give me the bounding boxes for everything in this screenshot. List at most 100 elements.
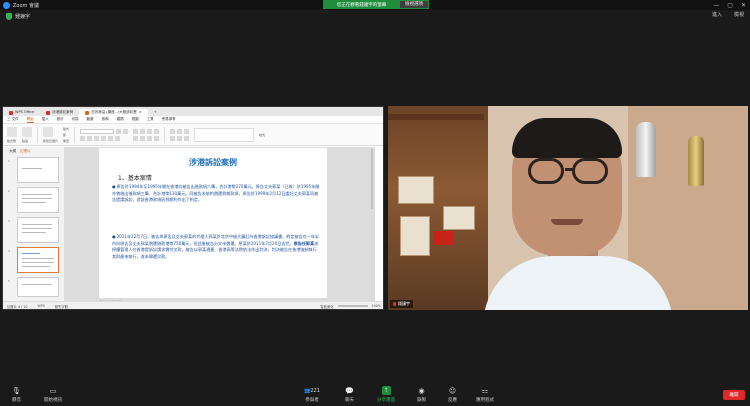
menu-design[interactable]: 設計	[57, 117, 64, 122]
menu-tools[interactable]: 工具	[147, 117, 154, 122]
maximize-icon[interactable]: ▢	[727, 2, 733, 9]
reactions-label: 反應	[448, 398, 457, 403]
new-slide-label: 新建幻燈片	[43, 138, 59, 143]
align-center-icon[interactable]	[140, 135, 146, 141]
font-name-field[interactable]	[80, 128, 115, 134]
effects-icon[interactable]	[184, 135, 190, 141]
justify-icon[interactable]	[154, 135, 160, 141]
participants-count: 221	[310, 387, 320, 394]
slide-thumbnail[interactable]	[17, 277, 59, 297]
outline-icon[interactable]	[177, 135, 183, 141]
missing-font-label[interactable]: 缺失字體	[55, 304, 68, 309]
slide-number: 2	[8, 189, 10, 193]
meeting-info-bar: 鍾鐘宇	[0, 11, 750, 21]
font-color-icon[interactable]	[108, 135, 114, 141]
wps-tab-doc1[interactable]: 涉港訴訟案例	[40, 109, 79, 116]
slide-thumbnail[interactable]	[17, 217, 59, 243]
slide-thumbnail-selected[interactable]	[17, 247, 59, 273]
minimize-icon[interactable]: —	[713, 2, 719, 9]
enter-button[interactable]: 進入	[712, 11, 722, 18]
wps-tab-doc2[interactable]: 石灣港溢 (講座...)大陸訴訟實 ×	[79, 109, 148, 116]
section-button[interactable]: 節	[63, 133, 69, 137]
certificate-image	[400, 216, 430, 256]
text-box-icon[interactable]	[170, 128, 176, 134]
person-image	[528, 158, 564, 184]
menu-insert[interactable]: 插入	[42, 117, 49, 122]
menu-slideshow[interactable]: 放映	[102, 117, 109, 122]
person-image	[565, 168, 573, 171]
outdent-icon[interactable]	[154, 128, 160, 134]
new-slide-group: 新建幻燈片	[43, 126, 59, 143]
italic-icon[interactable]	[87, 135, 93, 141]
host-label: 鍾鐘宇	[15, 13, 31, 20]
participants-button[interactable]: 👥 221 參與者	[301, 386, 323, 404]
shape-icon[interactable]	[177, 128, 183, 134]
grow-font-icon[interactable]	[123, 128, 129, 134]
mute-button[interactable]: 🎙 靜音	[12, 386, 21, 404]
flag-image	[433, 231, 453, 245]
person-image	[551, 219, 583, 225]
underline-icon[interactable]	[94, 135, 100, 141]
menu-view[interactable]: 視圖	[132, 117, 139, 122]
participant-video[interactable]: 錢鐘宇	[388, 106, 748, 310]
arrange-icon[interactable]	[184, 128, 190, 134]
close-icon[interactable]: ✕	[741, 2, 746, 9]
zoom-slider[interactable]	[337, 305, 368, 307]
apps-button[interactable]: ⚏ 應用程式	[476, 386, 494, 404]
strike-icon[interactable]	[101, 135, 107, 141]
new-tab-button[interactable]: +	[148, 109, 163, 116]
view-options-button[interactable]: 檢視選項	[400, 1, 428, 8]
menu-transition[interactable]: 切換	[72, 117, 79, 122]
menu-animation[interactable]: 動畫	[87, 117, 94, 122]
slides-pane-tabs: 大綱 幻燈片	[3, 147, 64, 156]
slides-tab[interactable]: 幻燈片	[20, 149, 31, 154]
highlight-icon[interactable]	[115, 135, 121, 141]
smart-beautify-button[interactable]: 智能美化	[320, 304, 333, 309]
bullets-icon[interactable]	[133, 128, 139, 134]
record-button[interactable]: ◉ 錄製	[417, 386, 426, 404]
fill-icon[interactable]	[170, 135, 176, 141]
indent-icon[interactable]	[147, 128, 153, 134]
security-shield-icon[interactable]	[6, 12, 12, 20]
reactions-button[interactable]: ☺ 反應	[448, 386, 457, 404]
font-size-field[interactable]	[116, 128, 122, 134]
chat-button[interactable]: 💬 聊天	[345, 386, 354, 404]
align-left-icon[interactable]	[133, 135, 139, 141]
view-button[interactable]: 檢視	[734, 11, 744, 18]
start-video-button[interactable]: ▭ 開始視訊	[44, 386, 62, 404]
share-banner: 您正在觀看錢鐘宇的螢幕 檢視選項	[323, 0, 429, 9]
start-video-label: 開始視訊	[44, 398, 62, 403]
leave-button[interactable]: 離開	[723, 390, 745, 400]
paragraph-group	[133, 128, 160, 141]
slide-thumbnail[interactable]	[17, 157, 59, 183]
layout-button[interactable]: 版式	[63, 127, 69, 131]
format-painter-icon[interactable]	[7, 126, 17, 137]
certificate-image	[398, 176, 434, 204]
paragraph-text: 原告於1994年至1995年間在香港向被告出借款項六筆，合計港幣270萬元。原告…	[112, 184, 320, 203]
new-slide-icon[interactable]	[43, 126, 53, 137]
muted-mic-icon	[393, 302, 396, 306]
ribbon-separator	[37, 126, 38, 143]
slide-thumbnail[interactable]	[17, 187, 59, 213]
menu-member[interactable]: 會員專享	[162, 117, 176, 122]
align-right-icon[interactable]	[147, 135, 153, 141]
styles-gallery[interactable]	[194, 127, 255, 142]
menu-review[interactable]: 審閱	[117, 117, 124, 122]
reset-button[interactable]: 重置	[63, 139, 69, 143]
close-tab-icon[interactable]: ×	[139, 109, 142, 116]
vertical-scrollbar[interactable]	[371, 149, 373, 209]
current-slide[interactable]: 涉港訴訟案例 1、基本案情 ●原告於1994年至1995年間在香港向被告出借款項…	[99, 148, 327, 298]
font-group	[80, 128, 129, 141]
layout-group: 版式 節 重置	[63, 127, 69, 143]
wps-tab-home[interactable]: WPS Office	[3, 109, 40, 116]
bold-icon[interactable]	[80, 135, 86, 141]
slide-canvas: 涉港訴訟案例 1、基本案情 ●原告於1994年至1995年間在香港向被告出借款項…	[65, 147, 375, 304]
person-image	[512, 118, 622, 158]
share-screen-button[interactable]: ↑ 分享畫面	[377, 386, 395, 403]
paste-icon[interactable]	[22, 126, 32, 137]
certificate-image	[443, 206, 475, 230]
numbering-icon[interactable]	[140, 128, 146, 134]
outline-tab[interactable]: 大綱	[9, 149, 16, 154]
menu-file[interactable]: 三 文件	[7, 117, 19, 122]
menu-home[interactable]: 開始	[26, 117, 34, 123]
